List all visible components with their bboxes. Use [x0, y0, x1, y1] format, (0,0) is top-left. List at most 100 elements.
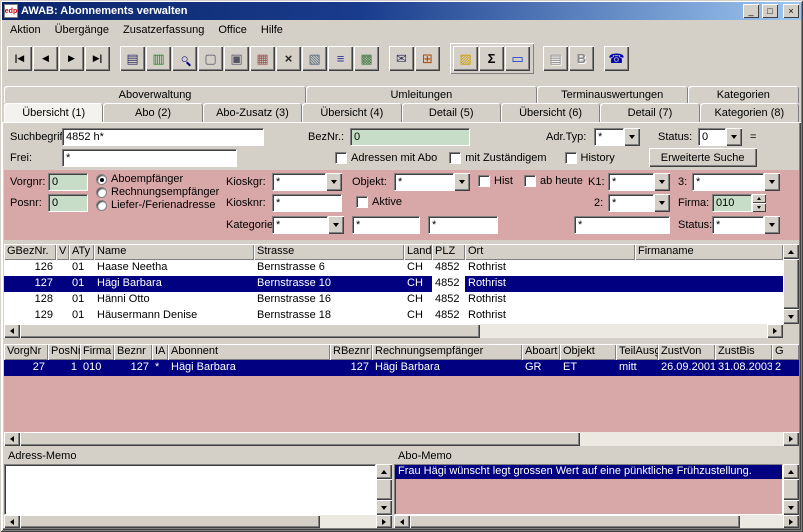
tab-uebersicht-6[interactable]: Übersicht (6) [500, 103, 601, 122]
column-header[interactable]: IA [152, 344, 168, 360]
column-header[interactable]: ZustBis [715, 344, 772, 360]
table-row-selected[interactable]: 127 01 Hägi Barbara Bernstrasse 10 CH 48… [4, 276, 783, 292]
calendar-button[interactable]: ⊞ [415, 45, 440, 71]
firma-spinner-up-button[interactable] [752, 194, 766, 203]
scroll-left-button[interactable] [4, 515, 20, 528]
last-record-button[interactable]: ▶| [85, 45, 110, 71]
menu-office[interactable]: Office [211, 21, 254, 39]
tab-detail-7[interactable]: Detail (7) [600, 103, 700, 122]
tab-abo-2[interactable]: Abo (2) [103, 103, 203, 122]
print-preview-button[interactable]: ▤ [543, 45, 568, 71]
column-header[interactable]: GBezNr. [4, 244, 56, 260]
column-header[interactable]: RBeznr [330, 344, 372, 360]
table-row[interactable]: 129 01 Häusermann Denise Bernstrasse 18 … [4, 308, 783, 324]
scroll-up-button[interactable] [783, 244, 799, 259]
kiosknr-input[interactable]: * [272, 194, 342, 212]
menu-hilfe[interactable]: Hilfe [254, 21, 290, 39]
frei-input[interactable]: * [62, 148, 237, 167]
abo-memo-selected-line[interactable]: Frau Hägi wünscht legt grossen Wert auf … [395, 465, 782, 479]
abo-memo-text[interactable]: Frau Hägi wünscht legt grossen Wert auf … [394, 464, 783, 515]
minimize-button[interactable]: _ [743, 4, 759, 18]
table-row[interactable]: 128 01 Hänni Otto Bernstrasse 16 CH 4852… [4, 292, 783, 308]
document-list-button[interactable]: ▧ [302, 45, 327, 71]
tab-kategorien-8[interactable]: Kategorien (8) [699, 103, 799, 122]
scroll-down-button[interactable] [783, 500, 799, 515]
scrollbar-thumb[interactable] [20, 324, 480, 338]
tab-terminauswertungen[interactable]: Terminauswertungen [536, 86, 688, 103]
k1-dropdown-button[interactable] [654, 173, 670, 191]
k3-value[interactable]: * [692, 173, 764, 191]
scroll-left-button[interactable] [4, 432, 20, 446]
abo-memo-hscrollbar[interactable] [394, 515, 799, 528]
table-row[interactable]: 126 01 Haase Neetha Bernstrasse 6 CH 485… [4, 260, 783, 276]
aktive-checkbox[interactable]: Aktive [356, 196, 402, 208]
menu-uebergaenge[interactable]: Übergänge [48, 21, 116, 39]
filter-extra3-input[interactable]: * [574, 216, 670, 234]
hist-checkbox[interactable]: Hist [478, 175, 513, 187]
column-header[interactable]: Name [94, 244, 254, 260]
column-header[interactable]: TeilAusg [616, 344, 658, 360]
print-button[interactable]: ▤ [120, 45, 145, 71]
status-dropdown-button[interactable] [726, 127, 742, 146]
save-record-button[interactable]: ▦ [250, 45, 275, 71]
note-button[interactable]: ▨ [453, 45, 478, 71]
column-header[interactable]: Ort [465, 244, 635, 260]
k2-value[interactable]: * [608, 194, 654, 212]
scroll-left-button[interactable] [394, 515, 410, 528]
kategorie-value[interactable]: * [272, 216, 328, 234]
scrollbar-thumb[interactable] [783, 479, 799, 500]
maximize-button[interactable]: □ [762, 4, 778, 18]
next-record-button[interactable]: ▶ [59, 45, 84, 71]
previous-record-button[interactable]: ◀ [33, 45, 58, 71]
scroll-down-button[interactable] [783, 309, 799, 324]
firma-input[interactable]: 010 [712, 194, 752, 212]
adrtyp-dropdown-button[interactable] [624, 127, 640, 146]
scroll-right-button[interactable] [783, 432, 799, 446]
phone-button[interactable]: ☎ [604, 45, 629, 71]
history-checkbox[interactable]: History [564, 151, 615, 164]
titlebar[interactable]: edp AWAB: Abonnements verwalten _ □ × [2, 2, 801, 20]
adress-memo-hscrollbar[interactable] [4, 515, 392, 528]
menu-zusatzerfassung[interactable]: Zusatzerfassung [116, 21, 211, 39]
column-header[interactable]: Rechnungsempfänger [372, 344, 522, 360]
list-view-button[interactable]: ≡ [328, 45, 353, 71]
open-report-button[interactable]: ▥ [146, 45, 171, 71]
aboempfaenger-radio[interactable]: Aboempfänger [96, 173, 183, 185]
column-header[interactable]: VorgNr [4, 344, 48, 360]
column-header[interactable]: ZustVon [658, 344, 715, 360]
erweiterte-suche-button[interactable]: Erweiterte Suche [648, 148, 757, 167]
scroll-right-button[interactable] [767, 324, 783, 338]
table-row-selected[interactable]: 27 1 010 127 * Hägi Barbara 127 Hägi Bar… [4, 360, 799, 376]
firma-spinner-down-button[interactable] [752, 203, 766, 212]
scrollbar-thumb[interactable] [376, 479, 392, 500]
column-header[interactable]: V [56, 244, 69, 260]
scrollbar-track[interactable] [740, 515, 783, 528]
sum-button[interactable]: Σ [479, 45, 504, 71]
edit-table-button[interactable]: ▩ [354, 45, 379, 71]
tab-uebersicht-1[interactable]: Übersicht (1) [4, 103, 104, 122]
vorgnr-input[interactable]: 0 [48, 173, 88, 191]
rechnungsempfaenger-radio[interactable]: Rechnungsempfänger [96, 186, 219, 198]
k2-dropdown-button[interactable] [654, 194, 670, 212]
objekt-value[interactable]: * [394, 173, 454, 191]
tab-aboverwaltung[interactable]: Aboverwaltung [4, 86, 307, 103]
column-header[interactable]: PLZ [432, 244, 465, 260]
column-header[interactable]: Objekt [560, 344, 616, 360]
scrollbar-track[interactable] [320, 515, 376, 528]
scroll-up-button[interactable] [376, 464, 392, 479]
filter-extra1-input[interactable]: * [352, 216, 420, 234]
column-header[interactable]: ATy [69, 244, 94, 260]
k3-dropdown-button[interactable] [764, 173, 780, 191]
status-value[interactable]: 0 [698, 127, 726, 146]
column-header[interactable]: Abonnent [168, 344, 330, 360]
app-icon[interactable]: edp [4, 4, 18, 18]
adressen-mit-abo-checkbox[interactable]: Adressen mit Abo [335, 151, 437, 164]
tab-kategorien[interactable]: Kategorien [687, 86, 799, 103]
scrollbar-thumb[interactable] [20, 432, 580, 446]
column-header[interactable]: Strasse [254, 244, 404, 260]
k1-value[interactable]: * [608, 173, 654, 191]
tab-uebersicht-4[interactable]: Übersicht (4) [302, 103, 402, 122]
filter-status-dropdown-button[interactable] [764, 216, 780, 234]
adress-memo-text[interactable] [4, 464, 376, 515]
scroll-up-button[interactable] [783, 464, 799, 479]
